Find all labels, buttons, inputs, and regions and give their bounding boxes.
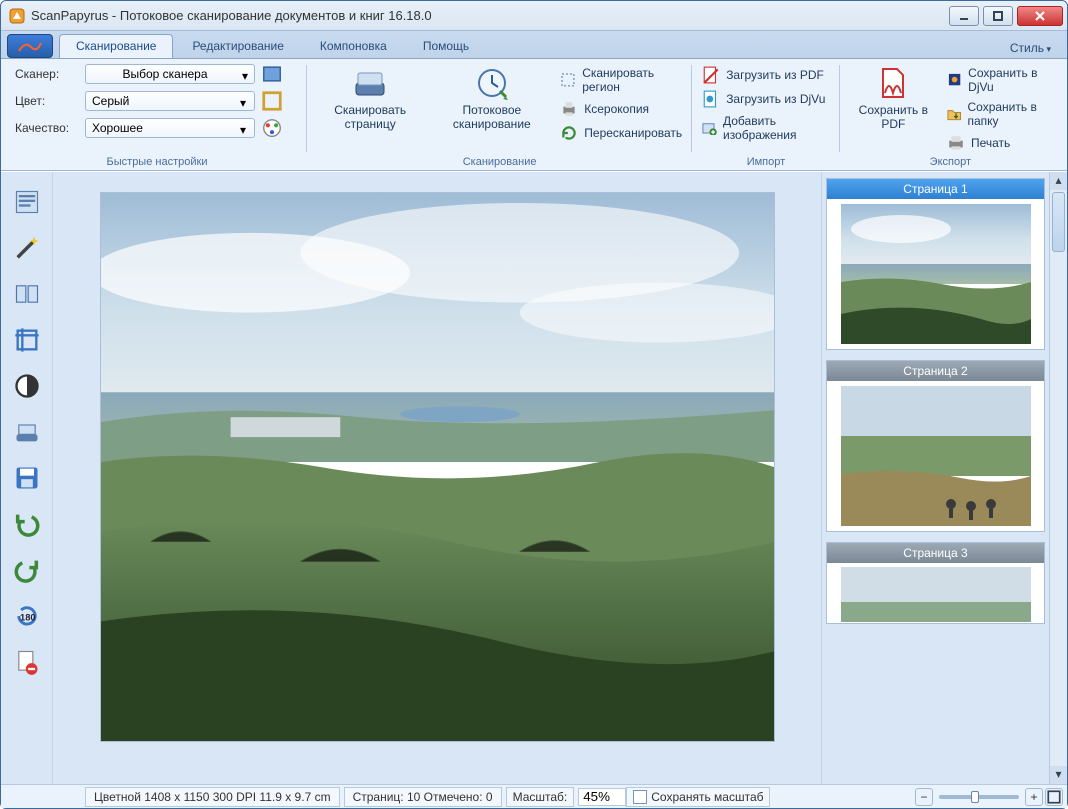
zoom-fit-button[interactable]: [1045, 788, 1063, 806]
color-label: Цвет:: [15, 94, 79, 108]
page-thumb-2-label: Страница 2: [827, 361, 1044, 381]
pdf-big-icon: [875, 65, 911, 101]
app-menu-button[interactable]: [7, 34, 53, 58]
group-scan: Сканировать страницу Потоковое сканирова…: [307, 61, 692, 170]
tab-layout[interactable]: Компоновка: [303, 34, 404, 58]
thumbnail-panel: Страница 1 Страница 2 Страница 3: [821, 172, 1049, 784]
ribbon-tabs: Сканирование Редактирование Компоновка П…: [1, 31, 1067, 59]
group-export: Сохранить в PDF Сохранить в DjVu Сохрани…: [840, 61, 1061, 170]
main-area: 180 Страница: [1, 171, 1067, 784]
djvu-save-icon: [947, 71, 962, 89]
rotate-180-tool[interactable]: 180: [13, 602, 41, 630]
save-tool[interactable]: [13, 464, 41, 492]
group-quick-settings: Сканер: Выбор сканера ▾ Цвет: Серый ▾: [7, 61, 307, 170]
rotate-left-tool[interactable]: [13, 510, 41, 538]
group-import: Загрузить из PDF Загрузить из DjVu Добав…: [692, 61, 840, 170]
load-pdf-button[interactable]: Загрузить из PDF: [700, 65, 832, 85]
scanner-props-icon[interactable]: [261, 63, 283, 85]
group-export-label: Экспорт: [848, 154, 1053, 170]
quality-combo[interactable]: Хорошее ▾: [85, 118, 255, 138]
ribbon: Сканер: Выбор сканера ▾ Цвет: Серый ▾: [1, 59, 1067, 171]
contrast-tool[interactable]: [13, 372, 41, 400]
svg-text:180: 180: [20, 613, 36, 623]
add-images-button[interactable]: Добавить изображения: [700, 113, 832, 143]
clock-icon: [474, 65, 510, 101]
crop-tool[interactable]: [13, 326, 41, 354]
tab-help[interactable]: Помощь: [406, 34, 486, 58]
rescan-button[interactable]: Пересканировать: [558, 123, 684, 143]
scanner-icon: [352, 65, 388, 101]
crop-icon[interactable]: [261, 90, 283, 112]
tab-edit[interactable]: Редактирование: [175, 34, 300, 58]
xerocopy-button[interactable]: Ксерокопия: [558, 99, 684, 119]
scanner-label: Сканер:: [15, 67, 79, 81]
magic-wand-tool[interactable]: [13, 234, 41, 262]
add-image-icon: [702, 119, 717, 137]
group-scan-label: Сканирование: [315, 154, 684, 170]
load-djvu-button[interactable]: Загрузить из DjVu: [700, 89, 832, 109]
zoom-slider[interactable]: [939, 795, 1019, 799]
group-quick-label: Быстрые настройки: [15, 154, 299, 170]
zoom-out-button[interactable]: −: [915, 788, 933, 806]
pdf-icon: [702, 66, 720, 84]
printer-icon: [560, 100, 578, 118]
region-icon: [560, 71, 576, 89]
style-dropdown[interactable]: Стиль ▾: [1000, 38, 1061, 58]
save-djvu-button[interactable]: Сохранить в DjVu: [945, 65, 1053, 95]
page-thumb-3-label: Страница 3: [827, 543, 1044, 563]
palette-icon[interactable]: [261, 117, 283, 139]
keep-zoom-checkbox[interactable]: Сохранять масштаб: [626, 787, 770, 807]
scroll-up-icon[interactable]: ▴: [1050, 172, 1067, 190]
print-button[interactable]: Печать: [945, 133, 1053, 153]
canvas-area: [53, 172, 821, 784]
tab-scan[interactable]: Сканирование: [59, 34, 173, 58]
zoom-in-button[interactable]: +: [1025, 788, 1043, 806]
delete-page-tool[interactable]: [13, 648, 41, 676]
color-combo[interactable]: Серый ▾: [85, 91, 255, 111]
properties-tool[interactable]: [13, 188, 41, 216]
djvu-icon: [702, 90, 720, 108]
rotate-right-tool[interactable]: [13, 556, 41, 584]
minimize-button[interactable]: [949, 6, 979, 26]
refresh-icon: [560, 124, 578, 142]
scan-page-button[interactable]: Сканировать страницу: [315, 63, 425, 133]
scan-region-button[interactable]: Сканировать регион: [558, 65, 684, 95]
status-pages: Страниц: 10 Отмечено: 0: [344, 787, 502, 807]
quality-label: Качество:: [15, 121, 79, 135]
scanner-combo[interactable]: Выбор сканера ▾: [85, 64, 255, 84]
save-folder-button[interactable]: Сохранить в папку: [945, 99, 1053, 129]
stream-scan-button[interactable]: Потоковое сканирование: [431, 63, 552, 133]
titlebar: ScanPapyrus - Потоковое сканирование док…: [1, 1, 1067, 31]
scroll-down-icon[interactable]: ▾: [1050, 766, 1067, 784]
side-toolbar: 180: [1, 172, 53, 784]
app-icon: [9, 8, 25, 24]
print-icon: [947, 134, 965, 152]
page-canvas[interactable]: [100, 192, 775, 742]
scanner-tool[interactable]: [13, 418, 41, 446]
status-image-info: Цветной 1408 x 1150 300 DPI 11.9 x 9.7 c…: [85, 787, 340, 807]
maximize-button[interactable]: [983, 6, 1013, 26]
scroll-thumb[interactable]: [1052, 192, 1065, 252]
book-tool[interactable]: [13, 280, 41, 308]
statusbar: Цветной 1408 x 1150 300 DPI 11.9 x 9.7 c…: [1, 784, 1067, 808]
window-title: ScanPapyrus - Потоковое сканирование док…: [31, 8, 432, 23]
page-thumb-3[interactable]: Страница 3: [826, 542, 1045, 624]
thumb-scrollbar[interactable]: ▴ ▾: [1049, 172, 1067, 784]
page-thumb-1-label: Страница 1: [827, 179, 1044, 199]
page-thumb-2[interactable]: Страница 2: [826, 360, 1045, 532]
status-zoom-label: Масштаб:: [506, 787, 575, 807]
group-import-label: Импорт: [700, 154, 832, 170]
zoom-input[interactable]: [578, 788, 626, 806]
page-thumb-1[interactable]: Страница 1: [826, 178, 1045, 350]
folder-save-icon: [947, 105, 962, 123]
close-button[interactable]: [1017, 6, 1063, 26]
save-pdf-button[interactable]: Сохранить в PDF: [848, 63, 939, 133]
